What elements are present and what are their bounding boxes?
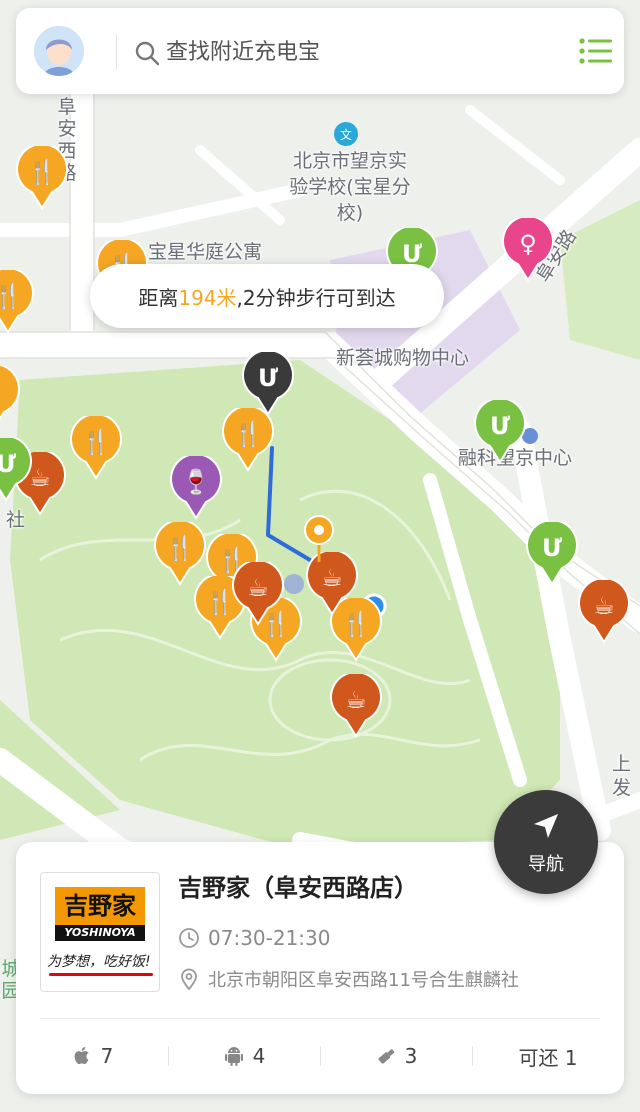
coffee-cup-icon: ☕ <box>593 592 615 620</box>
logo-underline <box>49 973 153 976</box>
power-bank-icon: Ư <box>541 534 563 562</box>
power-bank-icon: Ư <box>257 364 279 392</box>
selected-charger-pin[interactable]: Ư <box>242 352 294 416</box>
store-logo: 吉野家 YOSHINOYA 为梦想，吃好饭! <box>40 872 160 992</box>
logo-brand-latin: YOSHINOYA <box>55 925 145 941</box>
restaurant-pin[interactable]: 🍴 <box>16 146 68 210</box>
utensils-icon: 🍴 <box>81 428 111 456</box>
apple-count: 7 <box>100 1044 114 1068</box>
navigate-label: 导航 <box>528 854 564 875</box>
search-icon <box>135 41 160 66</box>
search-input[interactable] <box>166 32 526 72</box>
location-pin-icon <box>181 968 197 990</box>
apple-icon <box>74 1046 89 1065</box>
availability-stats: 7 4 3 可还 1 <box>16 1034 624 1078</box>
power-bank-icon: Ư <box>489 412 511 440</box>
return-slots: 可还 1 <box>472 1034 624 1078</box>
wine-glass-icon: 🍷 <box>181 468 211 496</box>
user-avatar-icon <box>34 26 84 76</box>
restaurant-pin[interactable]: 🍴 <box>0 366 20 430</box>
android-icon <box>224 1047 243 1066</box>
cafe-pin[interactable]: ☕ <box>578 580 630 644</box>
restaurant-pin[interactable]: 🍴 <box>70 416 122 480</box>
coffee-cup-icon: ☕ <box>345 686 367 714</box>
distance-prefix: 距离 <box>138 285 179 310</box>
charger-pin[interactable]: Ư <box>526 522 578 586</box>
address-text: 北京市朝阳区阜安西路11号合生麒麟社 <box>208 970 519 991</box>
power-bank-icon: Ư <box>0 450 17 478</box>
store-name: 吉野家（阜安西路店） <box>178 874 418 902</box>
charger-pin[interactable]: Ư <box>474 400 526 464</box>
school-label: 北京市望京实验学校(宝星分校) <box>289 150 411 224</box>
divider <box>40 1018 600 1019</box>
clock-icon <box>179 928 199 948</box>
divider <box>116 34 117 70</box>
logo-brand-text: 吉野家 <box>55 887 145 925</box>
apple-cable-count: 7 <box>16 1034 168 1078</box>
beauty-salon-pin[interactable]: ♀ <box>502 218 554 282</box>
navigate-button[interactable]: 导航 <box>494 790 598 894</box>
utensils-icon: 🍴 <box>165 534 195 562</box>
utensils-icon: 🍴 <box>0 366 20 418</box>
mall-label: 新荟城购物中心 <box>336 347 470 369</box>
distance-value: 194米 <box>178 285 237 310</box>
return-count: 可还 1 <box>518 1045 578 1070</box>
bar-pin[interactable]: 🍷 <box>170 456 222 520</box>
distance-tooltip: 距离 194米 ,2分钟步行可到达 <box>90 264 444 328</box>
apartment-label: 宝星华庭公寓 <box>148 241 263 263</box>
avatar[interactable] <box>34 26 84 76</box>
opening-hours: 07:30-21:30 <box>178 926 331 950</box>
cafe-pin[interactable]: ☕ <box>330 674 382 738</box>
search-bar <box>16 8 624 94</box>
usb-cable-count: 3 <box>320 1034 472 1078</box>
usb-plug-icon <box>378 1048 395 1064</box>
coffee-cup-icon: ☕ <box>247 574 269 602</box>
hours-text: 07:30-21:30 <box>208 926 331 950</box>
usb-count: 3 <box>404 1044 418 1068</box>
list-menu-icon[interactable] <box>578 36 614 66</box>
distance-suffix: ,2分钟步行可到达 <box>236 285 396 310</box>
android-cable-count: 4 <box>168 1034 320 1078</box>
restaurant-pin[interactable]: 🍴 <box>222 408 274 472</box>
charger-pin[interactable]: Ư <box>0 438 32 502</box>
right-edge-label-top: 上 <box>612 753 632 775</box>
woman-face-icon: ♀ <box>519 230 537 258</box>
utensils-icon: 🍴 <box>27 158 57 186</box>
logo-slogan: 为梦想，吃好饭! <box>47 954 151 970</box>
utensils-icon: 🍴 <box>0 282 23 310</box>
navigation-arrow-icon <box>534 814 558 838</box>
destination-marker-icon <box>304 515 334 562</box>
cafe-pin[interactable]: ☕ <box>232 562 284 626</box>
android-count: 4 <box>252 1044 266 1068</box>
restaurant-pin[interactable]: 🍴 <box>0 270 34 334</box>
svg-text:文: 文 <box>340 127 352 142</box>
store-address: 北京市朝阳区阜安西路11号合生麒麟社 <box>178 966 519 992</box>
right-edge-label-bottom: 发 <box>612 777 632 799</box>
